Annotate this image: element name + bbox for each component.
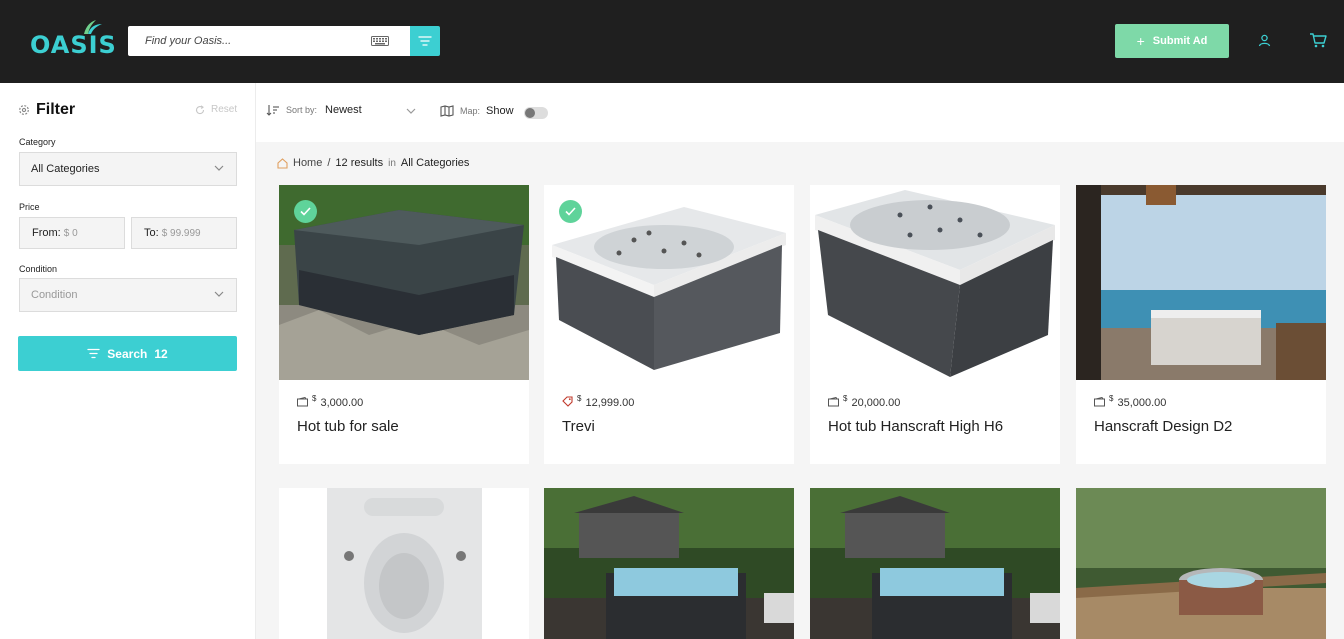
price-currency: $ <box>1109 394 1114 403</box>
listing-price: $ 3,000.00 <box>297 394 364 409</box>
results-count: 12 results <box>335 157 384 169</box>
wallet-icon <box>828 397 839 407</box>
price-from-value: $ 0 <box>63 227 78 239</box>
user-icon[interactable] <box>1258 34 1271 47</box>
price-value: 35,000.00 <box>1117 397 1167 409</box>
category-value: All Categories <box>31 163 100 175</box>
search-bar <box>128 26 410 56</box>
condition-value: Condition <box>31 289 78 301</box>
home-icon <box>277 157 288 169</box>
palm-leaf-icon <box>84 20 102 34</box>
reset-button[interactable]: Reset <box>195 104 237 115</box>
listing-image[interactable] <box>279 488 529 639</box>
toggle-knob <box>525 108 535 118</box>
condition-select[interactable]: Condition <box>19 278 237 312</box>
checkmark-icon <box>300 207 311 216</box>
wallet-icon <box>297 397 308 407</box>
breadcrumb-separator: / <box>327 157 331 169</box>
filter-title: Filter <box>36 101 76 118</box>
map-value: Show <box>486 105 514 117</box>
checkmark-icon <box>565 207 576 216</box>
listing-title[interactable]: Trevi <box>562 418 595 435</box>
wallet-icon <box>1094 397 1105 407</box>
price-currency: $ <box>577 394 582 403</box>
chevron-down-icon <box>406 108 416 114</box>
sort-label: Sort by: <box>286 105 318 115</box>
filter-lines-icon <box>418 36 432 46</box>
price-value: 20,000.00 <box>851 397 901 409</box>
cart-icon[interactable] <box>1309 32 1327 48</box>
listing-price: $ 12,999.00 <box>562 394 635 409</box>
price-from-field[interactable]: From: $ 0 <box>19 217 125 249</box>
search-input[interactable] <box>128 26 368 56</box>
listing-price: $ 35,000.00 <box>1094 394 1167 409</box>
listing-card[interactable]: $ 20,000.00 Hot tub Hanscraft High H6 <box>810 185 1060 464</box>
tag-icon <box>562 396 573 407</box>
listing-image[interactable] <box>1076 488 1326 639</box>
reset-label: Reset <box>211 104 238 115</box>
map-toggle[interactable] <box>524 107 548 119</box>
listing-card[interactable] <box>1076 488 1326 639</box>
price-to-label: To: <box>144 227 159 239</box>
gear-icon <box>19 105 29 115</box>
breadcrumb: Home / 12 results in All Categories <box>277 157 469 169</box>
filter-lines-icon <box>87 348 100 359</box>
condition-label: Condition <box>19 264 58 274</box>
listing-card[interactable]: $ 35,000.00 Hanscraft Design D2 <box>1076 185 1326 464</box>
listing-image[interactable] <box>544 488 794 639</box>
refresh-icon <box>195 104 205 114</box>
sort-dropdown[interactable]: Sort by: Newest <box>266 104 416 116</box>
price-currency: $ <box>312 394 317 403</box>
breadcrumb-category[interactable]: All Categories <box>401 157 469 169</box>
header: OASIS + Submit Ad <box>0 0 1344 83</box>
search-count: 12 <box>154 346 168 361</box>
listing-image[interactable] <box>544 185 794 380</box>
category-select[interactable]: All Categories <box>19 152 237 186</box>
search-filter-button[interactable] <box>410 26 440 56</box>
listing-card[interactable] <box>279 488 529 639</box>
submit-ad-label: Submit Ad <box>1152 35 1208 47</box>
sort-icon <box>266 105 279 116</box>
filter-heading: Filter <box>18 101 75 119</box>
listing-price: $ 20,000.00 <box>828 394 901 409</box>
plus-icon: + <box>1136 33 1145 49</box>
listing-title[interactable]: Hot tub for sale <box>297 418 399 435</box>
price-to-value: $ 99.999 <box>161 227 201 239</box>
listing-card[interactable]: $ 3,000.00 Hot tub for sale <box>279 185 529 464</box>
price-value: 12,999.00 <box>585 397 635 409</box>
listing-card[interactable]: $ 12,999.00 Trevi <box>544 185 794 464</box>
listing-image[interactable] <box>810 185 1060 380</box>
listing-image[interactable] <box>1076 185 1326 380</box>
breadcrumb-home[interactable]: Home <box>293 157 322 169</box>
price-currency: $ <box>843 394 848 403</box>
listing-card[interactable] <box>544 488 794 639</box>
chevron-down-icon <box>214 291 224 297</box>
map-icon <box>440 105 454 117</box>
listing-image[interactable] <box>279 185 529 380</box>
price-value: 3,000.00 <box>320 397 364 409</box>
price-label: Price <box>19 202 40 212</box>
verified-badge <box>294 200 317 223</box>
breadcrumb-in: in <box>388 157 396 169</box>
price-from-label: From: <box>32 227 61 239</box>
filter-sidebar: Filter Reset Category All Categories Pri… <box>0 83 256 639</box>
listing-title[interactable]: Hot tub Hanscraft High H6 <box>828 418 1003 435</box>
listing-title[interactable]: Hanscraft Design D2 <box>1094 418 1232 435</box>
oasis-logo[interactable]: OASIS <box>30 18 116 59</box>
results-toolbar: Sort by: Newest Map: Show <box>256 83 1344 142</box>
search-button-label: Search <box>107 346 148 361</box>
map-label: Map: <box>460 106 481 116</box>
listing-card[interactable] <box>810 488 1060 639</box>
category-label: Category <box>19 137 56 147</box>
submit-ad-button[interactable]: + Submit Ad <box>1115 24 1229 58</box>
keyboard-icon[interactable] <box>371 36 389 46</box>
search-button[interactable]: Search 12 <box>18 336 237 371</box>
chevron-down-icon <box>214 165 224 171</box>
listing-image[interactable] <box>810 488 1060 639</box>
logo-text: OASIS <box>30 31 117 59</box>
price-to-field[interactable]: To: $ 99.999 <box>131 217 237 249</box>
sort-value: Newest <box>325 104 362 116</box>
verified-badge <box>559 200 582 223</box>
map-control: Map: Show <box>440 105 514 117</box>
